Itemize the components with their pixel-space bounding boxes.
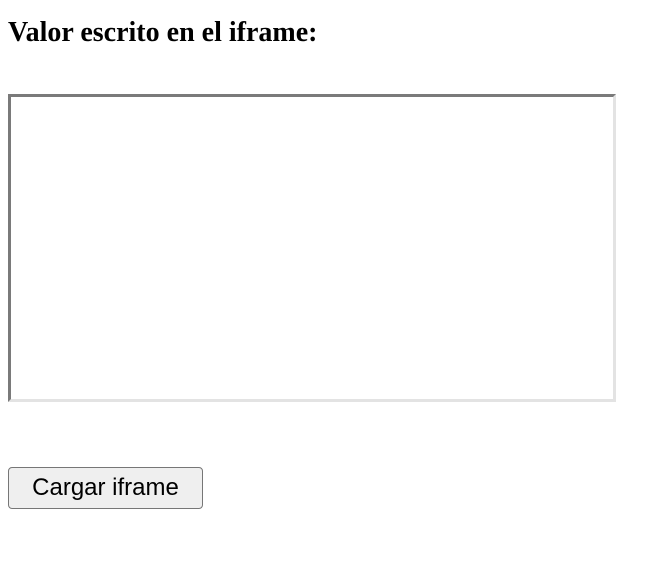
page-title: Valor escrito en el iframe: (8, 17, 318, 48)
embedded-iframe[interactable] (8, 94, 616, 402)
load-iframe-button[interactable]: Cargar iframe (8, 467, 203, 509)
